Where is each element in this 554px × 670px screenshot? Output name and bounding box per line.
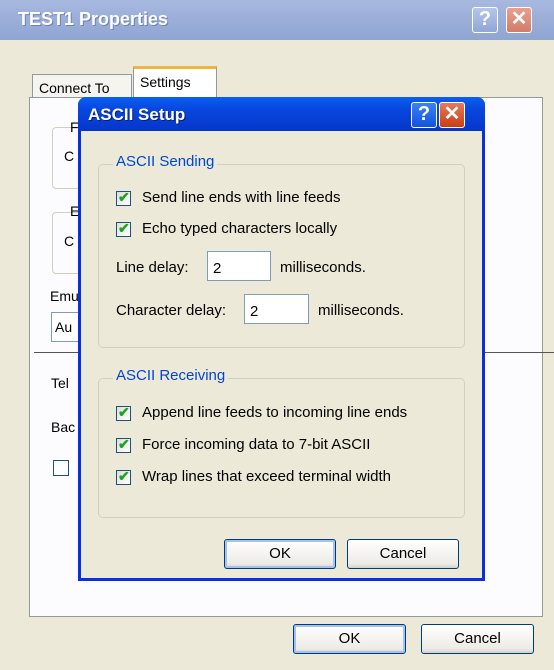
outer-checkbox-fragment[interactable] xyxy=(53,460,69,476)
character-delay-label: Character delay: xyxy=(116,302,227,319)
outer-ok-button[interactable]: OK xyxy=(293,624,406,654)
ascii-sending-legend: ASCII Sending xyxy=(113,153,218,170)
checkmark-icon: ✔ xyxy=(118,468,130,484)
tab-settings-label: Settings xyxy=(140,74,191,90)
force-7bit-checkbox[interactable]: ✔ xyxy=(116,436,131,453)
help-icon: ? xyxy=(478,8,492,30)
checkmark-icon: ✔ xyxy=(118,220,130,236)
telnet-label-fragment: Tel xyxy=(51,375,69,391)
dialog-title-bar[interactable]: ASCII Setup ? ✕ xyxy=(78,97,485,131)
tab-connect-to[interactable]: Connect To xyxy=(32,74,132,98)
wrap-lines-label[interactable]: Wrap lines that exceed terminal width xyxy=(142,468,391,485)
line-delay-input[interactable] xyxy=(207,251,271,281)
wrap-lines-checkbox[interactable]: ✔ xyxy=(116,468,131,485)
echo-typed-checkbox[interactable]: ✔ xyxy=(116,220,131,237)
send-line-ends-checkbox[interactable]: ✔ xyxy=(116,189,131,206)
force-7bit-label[interactable]: Force incoming data to 7-bit ASCII xyxy=(142,436,370,453)
character-delay-unit: milliseconds. xyxy=(318,302,404,319)
outer-title-bar[interactable]: TEST1 Properties ? ✕ xyxy=(0,0,554,40)
ascii-setup-dialog: ASCII Setup ? ✕ ASCII Sending ✔ Send lin… xyxy=(78,97,485,581)
ascii-receiving-legend: ASCII Receiving xyxy=(113,367,229,384)
append-lf-label[interactable]: Append line feeds to incoming line ends xyxy=(142,404,407,421)
dialog-title: ASCII Setup xyxy=(88,105,186,124)
emulation-label-fragment: Emu xyxy=(50,288,79,304)
close-icon: ✕ xyxy=(510,8,528,30)
emulation-select-fragment[interactable]: Au xyxy=(51,312,81,342)
echo-typed-label[interactable]: Echo typed characters locally xyxy=(142,220,337,237)
dialog-ok-button[interactable]: OK xyxy=(224,539,336,569)
radio-fragment-2[interactable]: C xyxy=(64,233,74,249)
radio-fragment-1[interactable]: C xyxy=(64,148,74,164)
dialog-help-button[interactable]: ? xyxy=(411,102,437,128)
tab-connect-to-label: Connect To xyxy=(39,80,110,96)
checkmark-icon: ✔ xyxy=(118,189,130,205)
dialog-close-button[interactable]: ✕ xyxy=(439,102,465,128)
dialog-cancel-button[interactable]: Cancel xyxy=(347,539,459,569)
outer-cancel-button[interactable]: Cancel xyxy=(421,624,534,654)
outer-window-title: TEST1 Properties xyxy=(18,9,169,29)
send-line-ends-label[interactable]: Send line ends with line feeds xyxy=(142,189,340,206)
dialog-body: ASCII Sending ✔ Send line ends with line… xyxy=(81,131,482,578)
emulation-value-fragment: Au xyxy=(55,319,73,335)
character-delay-input[interactable] xyxy=(244,294,309,324)
checkmark-icon: ✔ xyxy=(118,404,130,420)
tab-settings[interactable]: Settings xyxy=(133,66,217,98)
backscroll-label-fragment: Bac xyxy=(51,419,76,435)
help-icon: ? xyxy=(417,103,431,125)
outer-close-button[interactable]: ✕ xyxy=(506,7,532,33)
close-icon: ✕ xyxy=(443,103,461,125)
append-lf-checkbox[interactable]: ✔ xyxy=(116,404,131,421)
line-delay-label: Line delay: xyxy=(116,259,189,276)
outer-help-button[interactable]: ? xyxy=(472,7,498,33)
line-delay-unit: milliseconds. xyxy=(280,259,366,276)
checkmark-icon: ✔ xyxy=(118,436,130,452)
